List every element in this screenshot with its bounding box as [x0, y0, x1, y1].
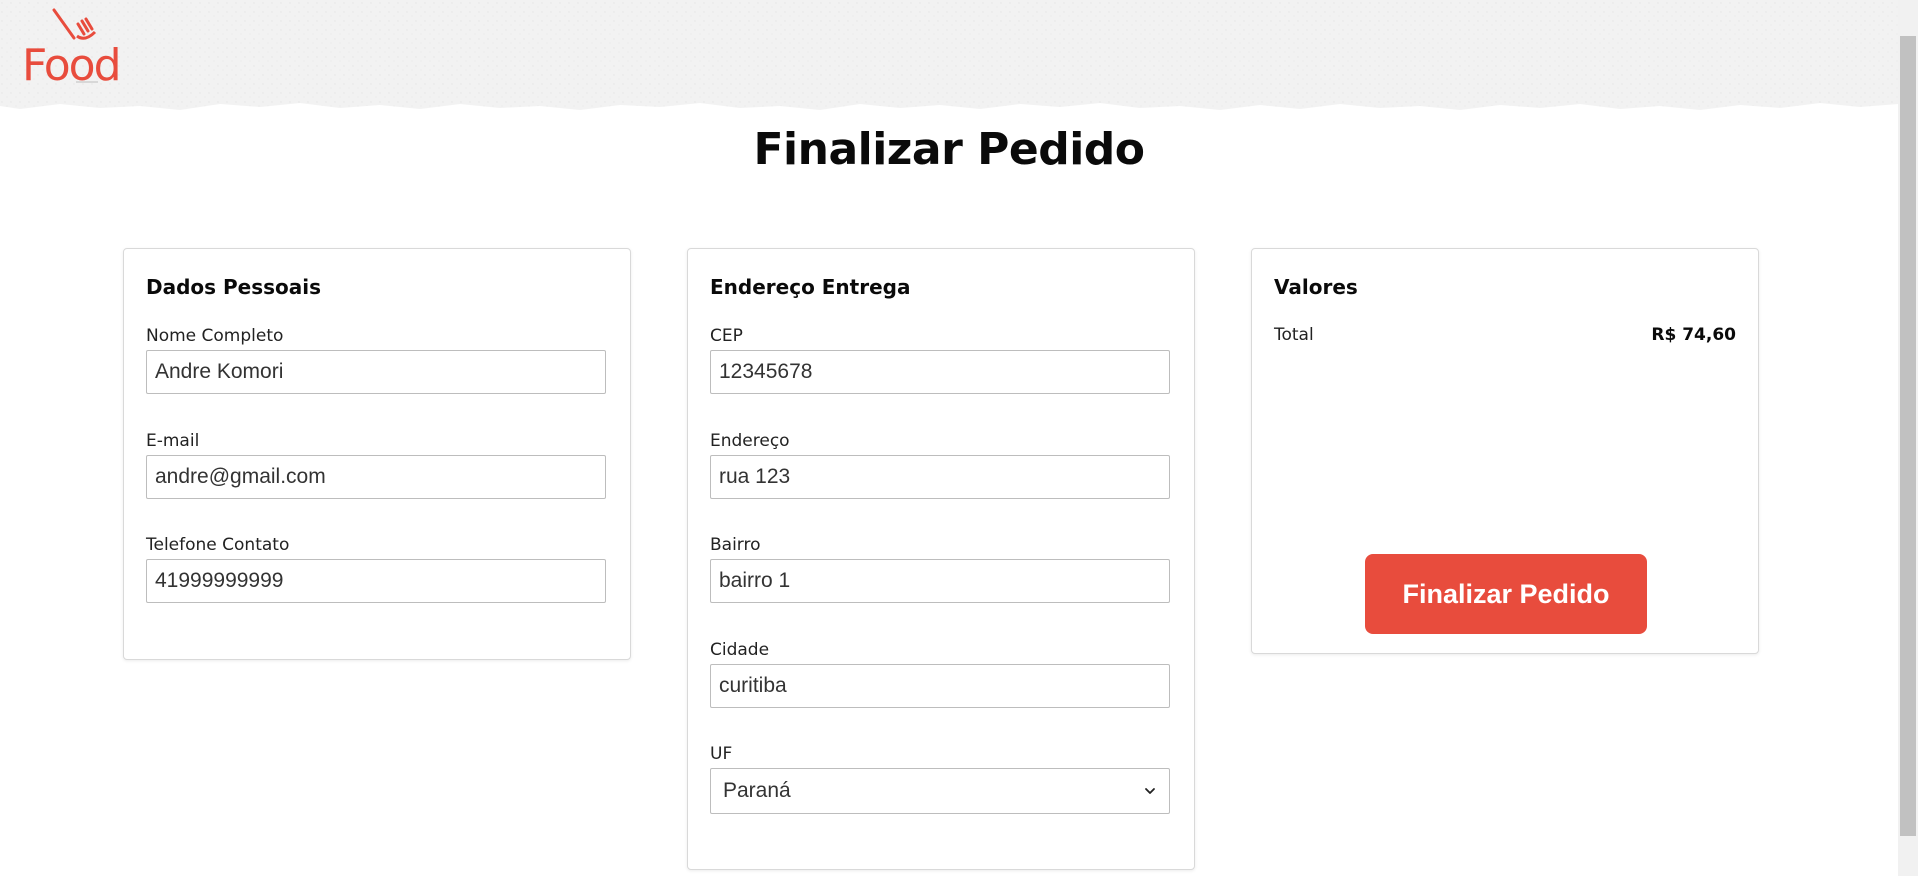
phone-label: Telefone Contato [146, 535, 290, 555]
full-name-input[interactable] [146, 350, 606, 394]
total-row: Total R$ 74,60 [1274, 325, 1736, 345]
email-label: E-mail [146, 431, 200, 451]
values-title: Valores [1274, 275, 1358, 299]
brand-name: Food [22, 40, 120, 86]
phone-input[interactable] [146, 559, 606, 603]
uf-selected-value: Paraná [723, 779, 791, 802]
full-name-label: Nome Completo [146, 326, 284, 346]
cep-input[interactable] [710, 350, 1170, 394]
total-label: Total [1274, 325, 1314, 345]
values-card: Valores Total R$ 74,60 Finalizar Pedido [1251, 248, 1759, 654]
page-title: Finalizar Pedido [753, 124, 1145, 175]
uf-select[interactable]: Paraná [710, 768, 1170, 814]
district-label: Bairro [710, 535, 761, 555]
fork-logo-icon [52, 8, 97, 40]
city-label: Cidade [710, 640, 770, 660]
scrollbar[interactable] [1898, 0, 1918, 876]
delivery-address-card: Endereço Entrega CEP Endereço Bairro Cid… [687, 248, 1195, 870]
personal-data-card: Dados Pessoais Nome Completo E-mail Tele… [123, 248, 631, 660]
total-value: R$ 74,60 [1651, 325, 1736, 345]
finalize-order-button[interactable]: Finalizar Pedido [1365, 554, 1647, 634]
checkout-page: Food Finalizar Pedido Dados Pessoais Nom… [0, 0, 1918, 876]
street-label: Endereço [710, 431, 790, 451]
cep-label: CEP [710, 326, 743, 346]
brand-logo[interactable]: Food [18, 6, 138, 91]
district-input[interactable] [710, 559, 1170, 603]
email-input[interactable] [146, 455, 606, 499]
delivery-address-title: Endereço Entrega [710, 275, 911, 299]
scrollbar-thumb[interactable] [1900, 36, 1916, 836]
street-input[interactable] [710, 455, 1170, 499]
chevron-down-icon [1145, 788, 1155, 794]
personal-data-title: Dados Pessoais [146, 275, 322, 299]
uf-label: UF [710, 744, 733, 764]
city-input[interactable] [710, 664, 1170, 708]
header-banner [0, 0, 1898, 126]
